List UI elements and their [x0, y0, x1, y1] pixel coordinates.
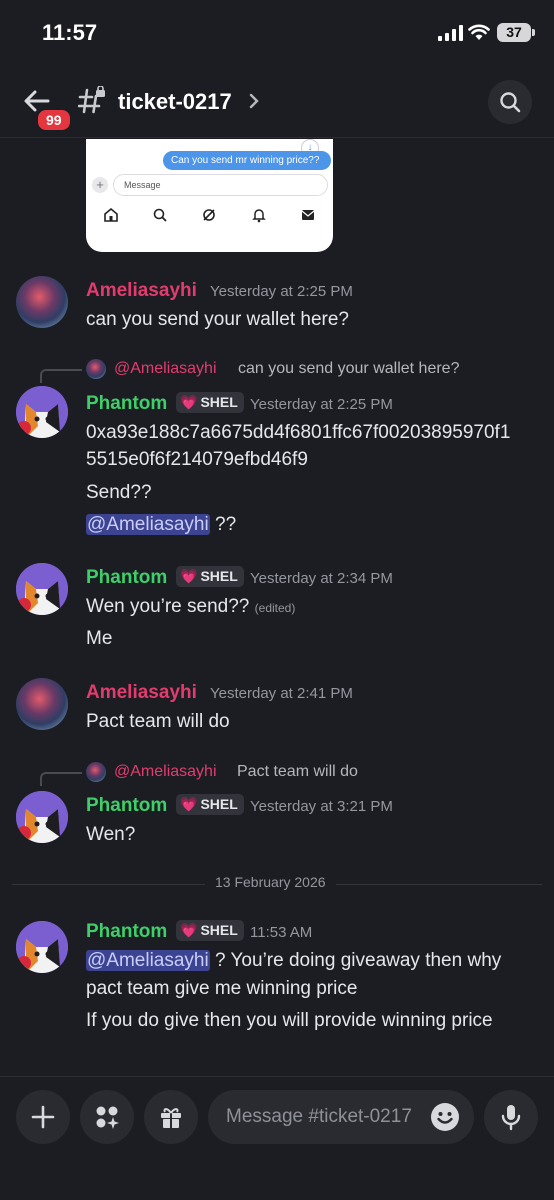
avatar[interactable] — [16, 386, 68, 438]
gift-icon — [161, 1108, 181, 1128]
message-text: 5515e0f6f214079efbd46f9 — [86, 449, 308, 470]
guild-tag-label: SHEL — [200, 922, 238, 938]
message-author[interactable]: Phantom — [86, 795, 167, 817]
channel-title[interactable]: ticket-0217 — [118, 89, 232, 115]
message-text: @Ameliasayhi ?? — [86, 511, 236, 538]
message-author[interactable]: Ameliasayhi — [86, 682, 197, 704]
message-text: If you do give then you will provide win… — [86, 1010, 493, 1031]
home-icon — [103, 207, 118, 222]
battery-indicator: 37 — [497, 23, 535, 42]
attachment-chat-bubble: Can you send mr winning price?? — [163, 151, 331, 170]
heart-icon: 💗 — [180, 568, 198, 584]
message-text: Wen? — [86, 824, 136, 845]
reply-connector — [40, 772, 82, 786]
message-text: pact team give me winning price — [86, 978, 358, 999]
user-mention[interactable]: @Ameliasayhi — [86, 950, 210, 971]
avatar[interactable] — [16, 678, 68, 730]
guild-tag[interactable]: 💗 SHEL — [176, 566, 244, 587]
add-attachment-button[interactable] — [16, 1090, 70, 1144]
message-text: Pact team will do — [86, 711, 230, 732]
message-timestamp: 11:53 AM — [250, 924, 313, 941]
gift-button[interactable] — [144, 1090, 198, 1144]
reply-connector — [40, 369, 82, 383]
avatar[interactable] — [16, 791, 68, 843]
cat-avatar-icon — [16, 386, 68, 438]
guild-tag[interactable]: 💗 SHEL — [176, 392, 244, 413]
apps-button[interactable] — [80, 1090, 134, 1144]
message-text: Send?? — [86, 482, 152, 503]
microphone-icon — [501, 1105, 521, 1131]
message-text-rest: ?? — [209, 514, 237, 535]
message-timestamp: Yesterday at 2:34 PM — [250, 570, 393, 587]
heart-icon: 💗 — [180, 922, 198, 938]
message-timestamp: Yesterday at 2:25 PM — [250, 396, 393, 413]
unread-badge: 99 — [35, 107, 73, 133]
message-text: can you send your wallet here? — [86, 309, 349, 330]
heart-icon: 💗 — [180, 796, 198, 812]
reply-avatar — [86, 762, 106, 782]
message-text: Me — [86, 628, 113, 649]
reply-author[interactable]: @Ameliasayhi — [114, 360, 217, 378]
cat-avatar-icon — [16, 791, 68, 843]
message-composer: Message #ticket-0217 — [0, 1076, 554, 1200]
heart-icon: 💗 — [180, 394, 198, 410]
message-author[interactable]: Ameliasayhi — [86, 280, 197, 302]
date-divider: 13 February 2026 — [205, 874, 336, 890]
reply-preview-text[interactable]: can you send your wallet here? — [238, 360, 459, 378]
voice-message-button[interactable] — [484, 1090, 538, 1144]
mail-icon — [301, 210, 315, 220]
attachment-nav-bar — [86, 207, 333, 223]
status-time: 11:57 — [42, 20, 98, 45]
emoji-icon[interactable] — [430, 1102, 460, 1132]
wifi-icon — [468, 24, 490, 40]
plus-icon — [31, 1105, 55, 1129]
message-text: 0xa93e188c7a6675dd4f6801ffc67f0020389597… — [86, 422, 511, 443]
apps-icon — [96, 1106, 119, 1129]
message-text-content: Wen you’re send?? — [86, 596, 250, 617]
message-text: @Ameliasayhi ? You’re doing giveaway the… — [86, 947, 501, 974]
search-icon — [500, 92, 521, 113]
guild-tag-label: SHEL — [200, 394, 238, 410]
edited-label: (edited) — [254, 601, 296, 615]
message-author[interactable]: Phantom — [86, 567, 167, 589]
avatar[interactable] — [16, 563, 68, 615]
bell-icon — [252, 209, 266, 223]
reply-preview-text[interactable]: Pact team will do — [237, 763, 358, 781]
private-channel-icon — [78, 86, 105, 114]
avatar[interactable] — [16, 276, 68, 328]
image-attachment[interactable]: ↓ Can you send mr winning price?? + Mess… — [86, 139, 333, 252]
message-author[interactable]: Phantom — [86, 921, 167, 943]
status-bar: 11:57 37 — [0, 0, 554, 70]
message-timestamp: Yesterday at 2:41 PM — [210, 685, 353, 702]
avatar[interactable] — [16, 921, 68, 973]
signal-icon — [438, 25, 463, 41]
channel-header: 99 ticket-0217 — [0, 70, 554, 138]
guild-tag-label: SHEL — [200, 796, 238, 812]
attachment-message-field: Message — [113, 174, 328, 196]
search-button[interactable] — [488, 80, 532, 124]
guild-tag-label: SHEL — [200, 568, 238, 584]
search-icon — [153, 208, 167, 222]
attachment-plus-icon: + — [92, 177, 108, 193]
message-timestamp: Yesterday at 3:21 PM — [250, 798, 393, 815]
message-author[interactable]: Phantom — [86, 393, 167, 415]
message-text-rest: ? You’re doing giveaway then why — [209, 950, 502, 971]
reply-avatar — [86, 359, 106, 379]
message-timestamp: Yesterday at 2:25 PM — [210, 283, 353, 300]
user-mention[interactable]: @Ameliasayhi — [86, 514, 210, 535]
guild-tag[interactable]: 💗 SHEL — [176, 920, 244, 941]
chevron-right-icon[interactable] — [248, 93, 260, 109]
cat-avatar-icon — [16, 563, 68, 615]
guild-tag[interactable]: 💗 SHEL — [176, 794, 244, 815]
message-text: Wen you’re send?? (edited) — [86, 593, 295, 622]
reply-author[interactable]: @Ameliasayhi — [114, 763, 217, 781]
cat-avatar-icon — [16, 921, 68, 973]
grok-icon — [203, 209, 216, 221]
